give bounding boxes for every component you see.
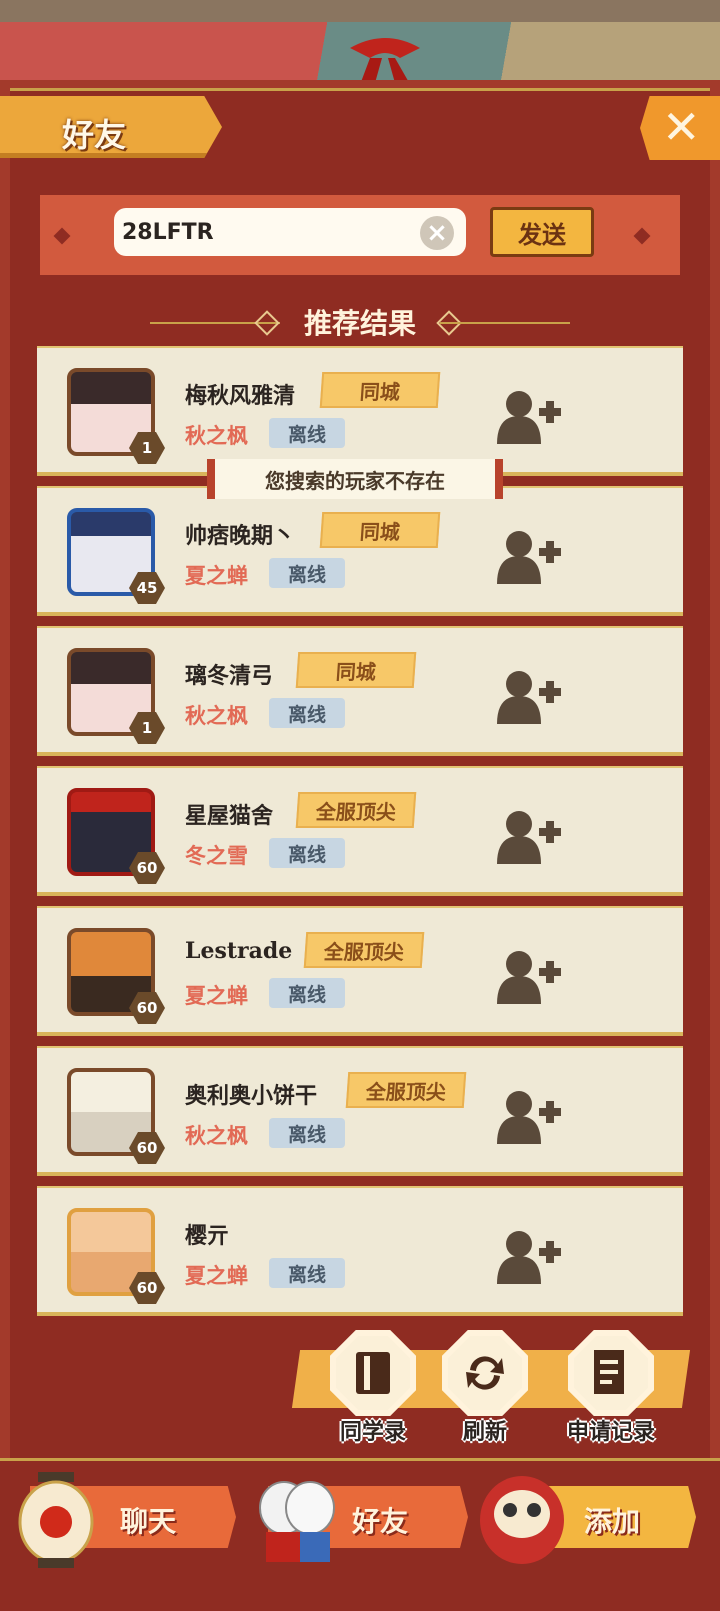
search-input[interactable] bbox=[114, 208, 466, 256]
request-history-label: 申请记录 bbox=[566, 1420, 655, 1445]
send-button[interactable]: 发送 bbox=[490, 207, 594, 257]
status-badge: 离线 bbox=[269, 558, 345, 588]
player-card[interactable]: 60 Lestrade 全服顶尖 夏之蝉 离线 bbox=[37, 906, 683, 1036]
server-name: 秋之枫 bbox=[185, 1124, 248, 1148]
player-name: 星屋猫舍 bbox=[185, 804, 274, 829]
player-card[interactable]: 45 帅痞晚期丶 同城 夏之蝉 离线 bbox=[37, 486, 683, 616]
player-card[interactable]: 1 梅秋风雅清 同城 秋之枫 离线 bbox=[37, 346, 683, 476]
player-name: 帅痞晚期丶 bbox=[185, 524, 296, 549]
lantern-icon bbox=[18, 1472, 94, 1568]
player-name: 樱亓 bbox=[185, 1224, 230, 1249]
refresh-icon bbox=[466, 1356, 504, 1390]
player-tag: 同城 bbox=[295, 652, 417, 688]
tab-friends-label: 好友 bbox=[352, 1505, 409, 1538]
player-tag: 全服顶尖 bbox=[345, 1072, 467, 1108]
player-tag: 全服顶尖 bbox=[303, 932, 425, 968]
status-badge: 离线 bbox=[269, 838, 345, 868]
status-badge: 离线 bbox=[269, 418, 345, 448]
refresh-label: 刷新 bbox=[462, 1420, 507, 1445]
classmates-button[interactable]: 同学录 bbox=[318, 1330, 428, 1450]
tab-chat-label: 聊天 bbox=[120, 1505, 177, 1538]
server-name: 夏之蝉 bbox=[185, 564, 248, 588]
add-friend-icon[interactable] bbox=[495, 666, 565, 726]
server-name: 夏之蝉 bbox=[185, 1264, 248, 1288]
add-friend-icon[interactable] bbox=[495, 1226, 565, 1286]
page-title: 好友 bbox=[62, 116, 127, 154]
status-badge: 离线 bbox=[269, 1258, 345, 1288]
add-friend-icon[interactable] bbox=[495, 806, 565, 866]
document-icon bbox=[594, 1350, 624, 1394]
server-name: 冬之雪 bbox=[185, 844, 248, 868]
refresh-button[interactable]: 刷新 bbox=[430, 1330, 540, 1450]
status-badge: 离线 bbox=[269, 1118, 345, 1148]
tab-add-label: 添加 bbox=[584, 1505, 641, 1538]
server-name: 秋之枫 bbox=[185, 704, 248, 728]
clear-search-button[interactable]: × bbox=[420, 216, 454, 250]
server-name: 夏之蝉 bbox=[185, 984, 248, 1008]
classmates-label: 同学录 bbox=[339, 1420, 406, 1445]
clear-icon: × bbox=[426, 218, 448, 248]
add-friend-icon[interactable] bbox=[495, 386, 565, 446]
player-tag: 全服顶尖 bbox=[295, 792, 417, 828]
book-icon bbox=[356, 1352, 390, 1394]
player-tag: 同城 bbox=[319, 512, 441, 548]
player-card[interactable]: 60 奥利奥小饼干 全服顶尖 秋之枫 离线 bbox=[37, 1046, 683, 1176]
add-friend-icon[interactable] bbox=[495, 946, 565, 1006]
player-card[interactable]: 60 樱亓 夏之蝉 离线 bbox=[37, 1186, 683, 1316]
section-title: 推荐结果 bbox=[303, 307, 416, 340]
player-name: 奥利奥小饼干 bbox=[185, 1084, 318, 1109]
daruma-icon bbox=[480, 1476, 564, 1564]
close-icon: ✕ bbox=[662, 100, 701, 154]
friends-mascot-icon bbox=[259, 1481, 335, 1562]
add-friend-icon[interactable] bbox=[495, 1086, 565, 1146]
add-friend-icon[interactable] bbox=[495, 526, 565, 586]
player-name: 梅秋风雅清 bbox=[185, 384, 296, 409]
divider-right bbox=[440, 322, 570, 324]
player-tag: 同城 bbox=[319, 372, 441, 408]
status-badge: 离线 bbox=[269, 698, 345, 728]
player-card[interactable]: 60 星屋猫舍 全服顶尖 冬之雪 离线 bbox=[37, 766, 683, 896]
close-button[interactable]: ✕ bbox=[640, 96, 720, 160]
toast-message: 您搜索的玩家不存在 bbox=[207, 459, 503, 499]
player-name: 璃冬清弓 bbox=[185, 664, 274, 689]
server-name: 秋之枫 bbox=[185, 424, 248, 448]
request-history-button[interactable]: 申请记录 bbox=[556, 1330, 666, 1450]
player-card[interactable]: 1 璃冬清弓 同城 秋之枫 离线 bbox=[37, 626, 683, 756]
player-name: Lestrade bbox=[185, 938, 293, 964]
status-badge: 离线 bbox=[269, 978, 345, 1008]
